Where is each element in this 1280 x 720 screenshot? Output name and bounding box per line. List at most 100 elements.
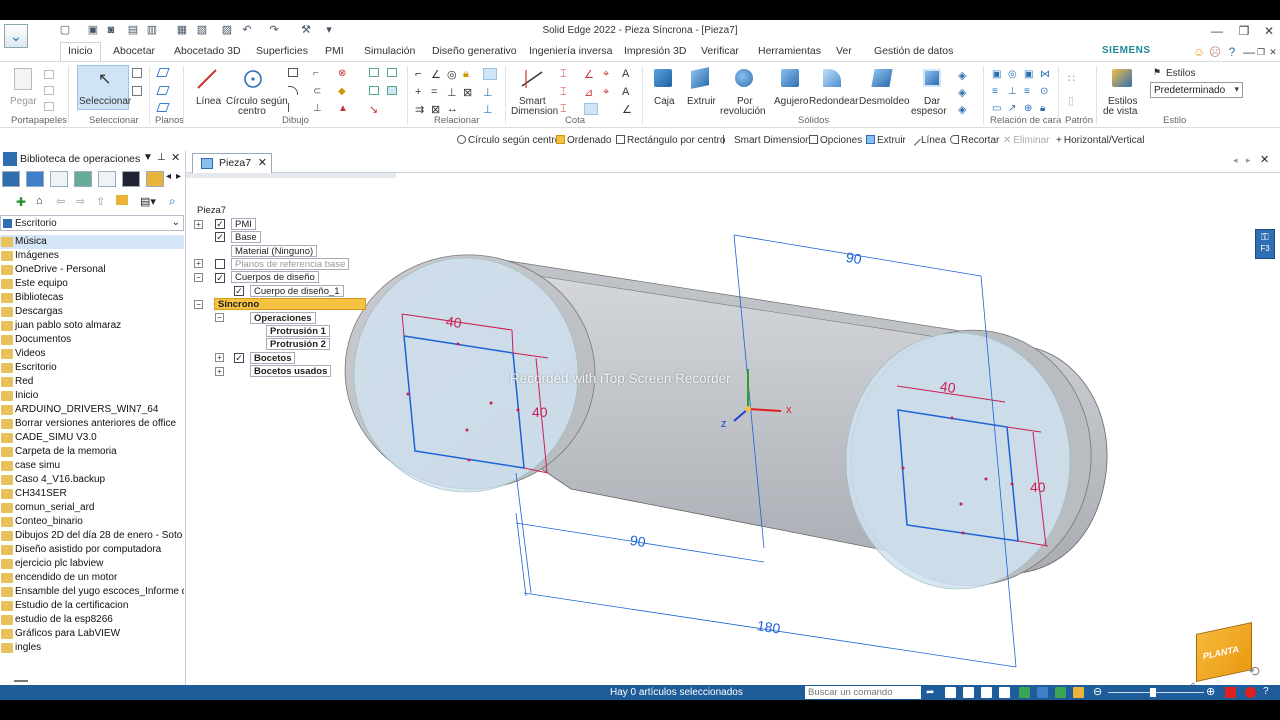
relate-icon[interactable] — [369, 86, 379, 95]
expand-toggle[interactable]: + — [215, 367, 224, 376]
thin-wall-icon[interactable] — [923, 69, 941, 87]
tree-cuerpo-diseno-1[interactable]: Cuerpo de diseño_1 — [250, 285, 344, 297]
tree-bocetos-usados[interactable]: Bocetos usados — [250, 365, 332, 377]
tree-root-pieza7[interactable]: Pieza7 — [194, 205, 230, 217]
face-relate-icon[interactable]: ≡ — [992, 86, 1006, 100]
face-relate-icon[interactable]: ⊥ — [1008, 86, 1022, 100]
list-item[interactable]: ingles — [0, 641, 184, 655]
dimension-icon[interactable]: ⌶ — [560, 86, 574, 100]
round-icon[interactable] — [823, 69, 841, 87]
dimension-icon[interactable]: ⌖ — [603, 86, 617, 100]
connect-icon[interactable]: ⌐ — [415, 68, 429, 82]
collapse-toggle[interactable]: − — [215, 313, 224, 322]
select-filter-icon[interactable] — [132, 68, 142, 78]
face-relate-icon[interactable]: ⊙ — [1040, 86, 1054, 100]
tree-sincrono[interactable]: Síncrono — [214, 298, 366, 310]
horizontal-icon[interactable]: + — [415, 86, 429, 100]
close-button[interactable]: ✕ — [1260, 23, 1278, 39]
status-tool-icon[interactable] — [963, 687, 974, 698]
list-item[interactable]: Música — [0, 235, 184, 249]
tab-herramientas[interactable]: Herramientas — [758, 45, 821, 57]
tab-diseno-generativo[interactable]: Diseño generativo — [432, 45, 517, 57]
list-item[interactable]: Caso 4_V16.backup — [0, 473, 184, 487]
tree-protrusion-1[interactable]: Protrusión 1 — [266, 325, 330, 337]
share-icon[interactable]: ➦ — [926, 687, 937, 698]
tab-abocetado-3d[interactable]: Abocetado 3D — [174, 45, 241, 57]
solids-more-icon[interactable]: ◈ — [958, 103, 972, 117]
up-icon[interactable]: ⇧ — [96, 195, 105, 208]
copy-icon[interactable] — [44, 86, 54, 95]
tree-pmi[interactable]: PMI — [231, 218, 256, 230]
list-item[interactable]: Borrar versiones anteriores de office — [0, 417, 184, 431]
list-item[interactable]: estudio de la esp8266 — [0, 613, 184, 627]
relation-handles-icon[interactable]: ⊥ — [483, 103, 497, 117]
fillet-icon[interactable]: ⌐ — [313, 68, 323, 79]
format-icon[interactable] — [44, 102, 54, 111]
circle-button-label-2[interactable]: centro — [238, 107, 266, 117]
round-button-label[interactable]: Redondear — [809, 97, 858, 107]
tab-pieza7[interactable]: Pieza7 ✕ — [192, 153, 272, 173]
face-relate-icon[interactable]: ≡ — [1024, 86, 1038, 100]
hole-button-label[interactable]: Agujero — [774, 97, 808, 107]
pattern-icon[interactable]: ▯ — [1068, 94, 1082, 108]
box-icon[interactable] — [654, 69, 672, 87]
list-item[interactable]: Conteo_binario — [0, 515, 184, 529]
line-icon[interactable] — [196, 68, 218, 90]
list-item[interactable]: Este equipo — [0, 277, 184, 291]
tree-bocetos[interactable]: Bocetos — [250, 352, 296, 364]
extrude-icon[interactable] — [691, 67, 709, 89]
dimension-top-90[interactable]: 90 — [845, 249, 863, 267]
plane-icon[interactable] — [156, 68, 170, 77]
arc-icon[interactable] — [288, 86, 298, 95]
tab-gestion-de-datos[interactable]: Gestión de datos — [874, 45, 953, 57]
dimension-grid-icon[interactable] — [584, 103, 598, 115]
expand-toggle[interactable]: + — [194, 220, 203, 229]
angle-dimension-icon[interactable]: ∠ — [584, 68, 598, 82]
panel-tool-icon[interactable] — [98, 171, 116, 187]
list-item[interactable]: Escritorio — [0, 361, 184, 375]
list-item[interactable]: ARDUINO_DRIVERS_WIN7_64 — [0, 403, 184, 417]
checkbox[interactable]: ✓ — [215, 232, 225, 242]
cmd-smart-dimension[interactable]: Smart Dimension — [723, 135, 811, 146]
list-item[interactable]: Estudio de la certificacion — [0, 599, 184, 613]
forward-icon[interactable]: ⇨ — [76, 195, 85, 208]
tree-material[interactable]: Material (Ninguno) — [231, 245, 318, 257]
list-item[interactable]: Imágenes — [0, 249, 184, 263]
cmd-circulo-centro[interactable]: Círculo según centro — [457, 135, 560, 146]
face-relate-icon[interactable]: ⋈ — [1040, 69, 1054, 83]
status-tool-icon[interactable] — [1037, 687, 1048, 698]
status-tool-icon[interactable] — [999, 687, 1010, 698]
status-tool-icon[interactable] — [981, 687, 992, 698]
dimension-bottom-90[interactable]: 90 — [629, 532, 647, 550]
dimension-total-180[interactable]: 180 — [756, 617, 782, 636]
dimension-left-width-40[interactable]: 40 — [445, 313, 463, 331]
list-item[interactable]: Carpeta de la memoria — [0, 445, 184, 459]
thin-wall-button-label-2[interactable]: espesor — [911, 107, 947, 117]
collapse-toggle[interactable]: − — [194, 300, 203, 309]
view-styles-icon[interactable] — [1112, 69, 1132, 87]
list-item[interactable]: OneDrive - Personal — [0, 263, 184, 277]
cmd-ordenado[interactable]: Ordenado — [556, 135, 611, 146]
style-select[interactable]: Predeterminado ▾ — [1150, 82, 1243, 98]
smart-dimension-label-2[interactable]: Dimension — [511, 107, 558, 117]
close-icon[interactable]: ✕ — [171, 151, 180, 164]
dimension-left-height-40[interactable]: 40 — [532, 404, 548, 420]
tab-abocetar[interactable]: Abocetar — [113, 45, 155, 57]
chevron-right-icon[interactable]: ▸ — [1246, 155, 1251, 166]
revolve-icon[interactable] — [735, 69, 753, 87]
chevron-left-icon[interactable]: ◂ — [166, 171, 171, 182]
panel-tool-icon[interactable] — [2, 171, 20, 187]
rotate-view-icon[interactable]: ⟲ — [1248, 663, 1260, 680]
panel-menu-icon[interactable]: ▼ — [143, 152, 153, 163]
pin-icon[interactable]: ⊥ — [157, 152, 166, 163]
status-tool-icon[interactable] — [1019, 687, 1030, 698]
tab-ingenieria-inversa[interactable]: Ingeniería inversa — [529, 45, 612, 57]
record-icon[interactable] — [1245, 687, 1256, 698]
panel-tool-icon[interactable] — [146, 171, 164, 187]
view-mode-icon[interactable]: ▤▾ — [140, 195, 156, 208]
annotation-icon[interactable]: A — [622, 68, 636, 82]
list-item[interactable]: case simu — [0, 459, 184, 473]
expand-toggle[interactable]: + — [194, 259, 203, 268]
tree-planos-referencia[interactable]: Planos de referencia base — [231, 258, 350, 270]
zoom-in-icon[interactable]: ⊕ — [1206, 687, 1217, 698]
